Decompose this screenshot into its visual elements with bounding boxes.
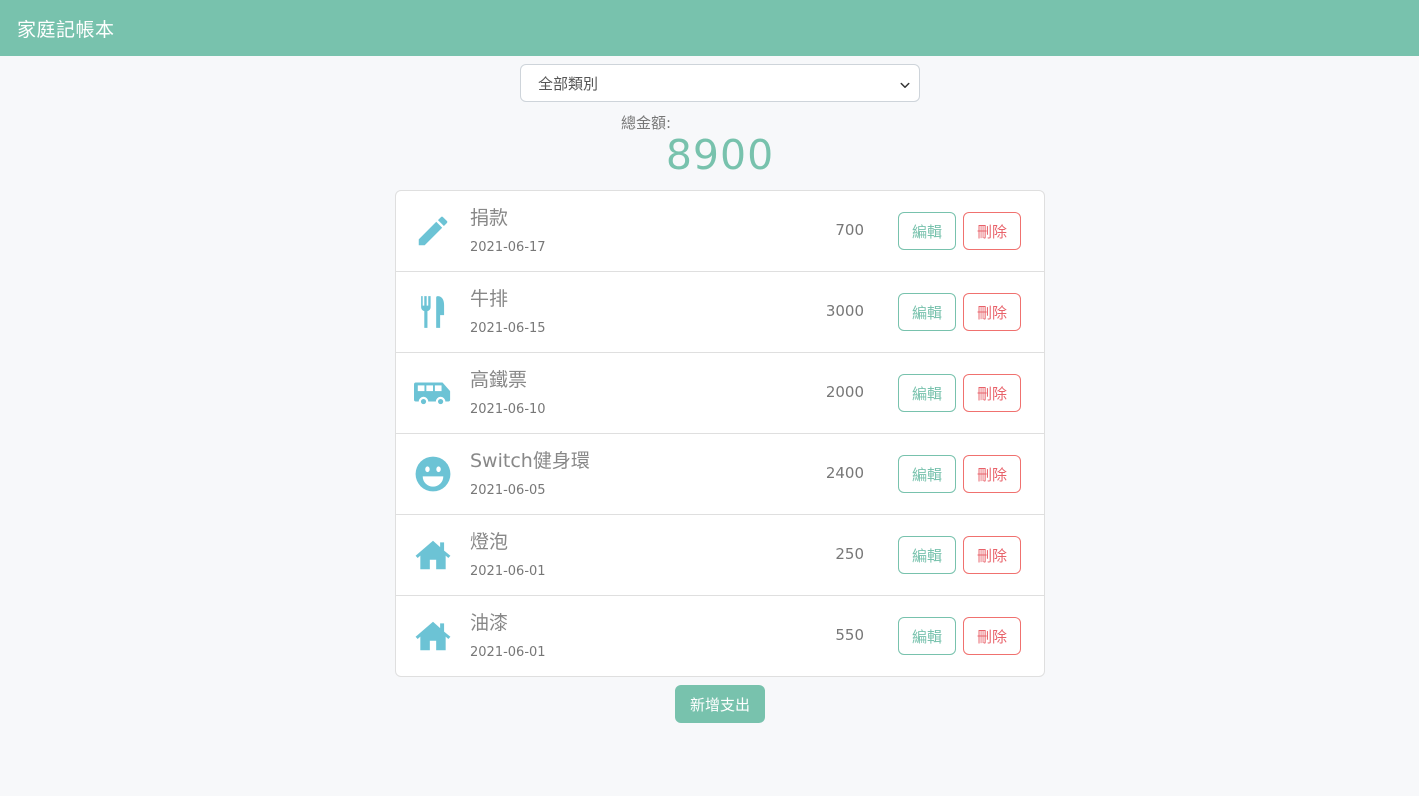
- grin-icon: [414, 455, 452, 493]
- record-name: 捐款: [470, 207, 509, 229]
- add-expense-button[interactable]: 新增支出: [675, 685, 765, 723]
- record-amount: 550: [835, 626, 864, 644]
- list-item: 燈泡 2021-06-01 250 編輯 刪除: [396, 515, 1044, 596]
- category-filter-select[interactable]: 全部類別: [520, 64, 920, 102]
- total-label: 總金額:: [621, 114, 672, 132]
- record-amount: 700: [835, 221, 864, 239]
- list-item: 油漆 2021-06-01 550 編輯 刪除: [396, 596, 1044, 676]
- record-date: 2021-06-15: [470, 321, 546, 336]
- edit-button[interactable]: 編輯: [898, 617, 956, 655]
- edit-button[interactable]: 編輯: [898, 536, 956, 574]
- record-date: 2021-06-01: [470, 564, 546, 579]
- record-amount: 3000: [825, 302, 864, 320]
- shuttle-van-icon: [414, 374, 452, 412]
- delete-button[interactable]: 刪除: [963, 212, 1021, 250]
- home-icon: [414, 617, 452, 655]
- record-name: 燈泡: [470, 531, 509, 553]
- list-item: 捐款 2021-06-17 700 編輯 刪除: [396, 191, 1044, 272]
- list-item: 高鐵票 2021-06-10 2000 編輯 刪除: [396, 353, 1044, 434]
- record-amount: 250: [835, 545, 864, 563]
- delete-button[interactable]: 刪除: [963, 455, 1021, 493]
- delete-button[interactable]: 刪除: [963, 293, 1021, 331]
- record-date: 2021-06-05: [470, 483, 546, 498]
- record-date: 2021-06-10: [470, 402, 546, 417]
- record-amount: 2000: [825, 383, 864, 401]
- delete-button[interactable]: 刪除: [963, 536, 1021, 574]
- record-name: 牛排: [470, 288, 509, 310]
- expense-list: 捐款 2021-06-17 700 編輯 刪除 牛排 2021-06-15 30…: [395, 190, 1045, 677]
- category-filter-value: 全部類別: [538, 74, 599, 93]
- total-amount: 8900: [665, 131, 775, 179]
- edit-button[interactable]: 編輯: [898, 212, 956, 250]
- navbar: 家庭記帳本: [0, 0, 1419, 56]
- record-name: 高鐵票: [470, 369, 528, 391]
- delete-button[interactable]: 刪除: [963, 374, 1021, 412]
- record-name: Switch健身環: [470, 450, 590, 472]
- edit-button[interactable]: 編輯: [898, 293, 956, 331]
- utensils-icon: [414, 293, 452, 331]
- chevron-down-icon: [899, 77, 911, 89]
- app-title[interactable]: 家庭記帳本: [17, 15, 115, 42]
- edit-button[interactable]: 編輯: [898, 374, 956, 412]
- edit-button[interactable]: 編輯: [898, 455, 956, 493]
- list-item: 牛排 2021-06-15 3000 編輯 刪除: [396, 272, 1044, 353]
- record-amount: 2400: [825, 464, 864, 482]
- pencil-icon: [414, 212, 452, 250]
- record-name: 油漆: [470, 612, 509, 634]
- delete-button[interactable]: 刪除: [963, 617, 1021, 655]
- record-date: 2021-06-01: [470, 645, 546, 660]
- list-item: Switch健身環 2021-06-05 2400 編輯 刪除: [396, 434, 1044, 515]
- home-icon: [414, 536, 452, 574]
- record-date: 2021-06-17: [470, 240, 546, 255]
